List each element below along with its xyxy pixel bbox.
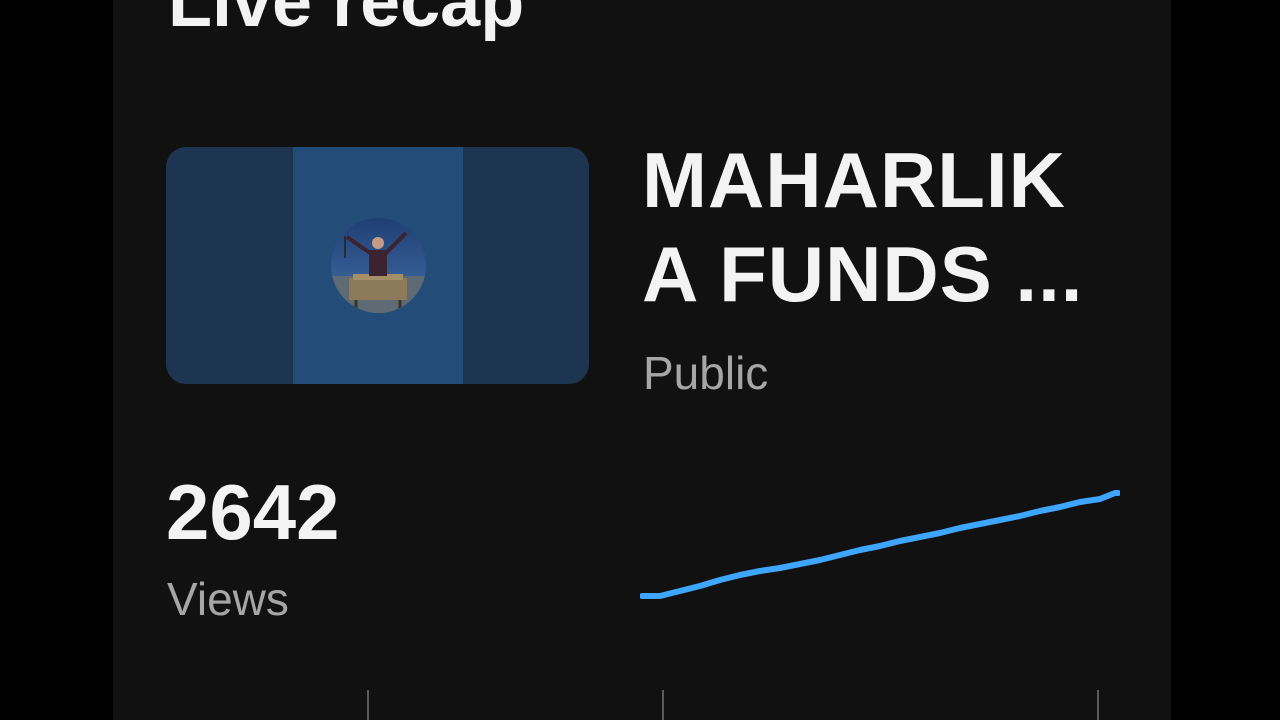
views-label: Views [167,573,289,625]
divider-1 [367,690,369,720]
page-title: Live recap [168,0,525,42]
channel-avatar [331,218,426,313]
divider-3 [1097,690,1099,720]
visibility-status: Public [643,347,769,399]
views-sparkline-line [640,490,1120,599]
video-title-line-1: MAHARLIK [642,136,1066,224]
divider-2 [662,690,664,720]
views-sparkline [640,490,1120,599]
live-recap-panel: Live recap MAHARLIK A FUNDS ... Public 2… [113,0,1171,720]
views-count: 2642 [166,468,340,556]
video-title-line-2: A FUNDS ... [642,230,1084,318]
avatar-photo-icon [331,218,426,313]
screen: Live recap MAHARLIK A FUNDS ... Public 2… [0,0,1280,720]
video-title[interactable]: MAHARLIK A FUNDS ... [642,133,1112,321]
video-thumbnail[interactable] [166,147,589,384]
